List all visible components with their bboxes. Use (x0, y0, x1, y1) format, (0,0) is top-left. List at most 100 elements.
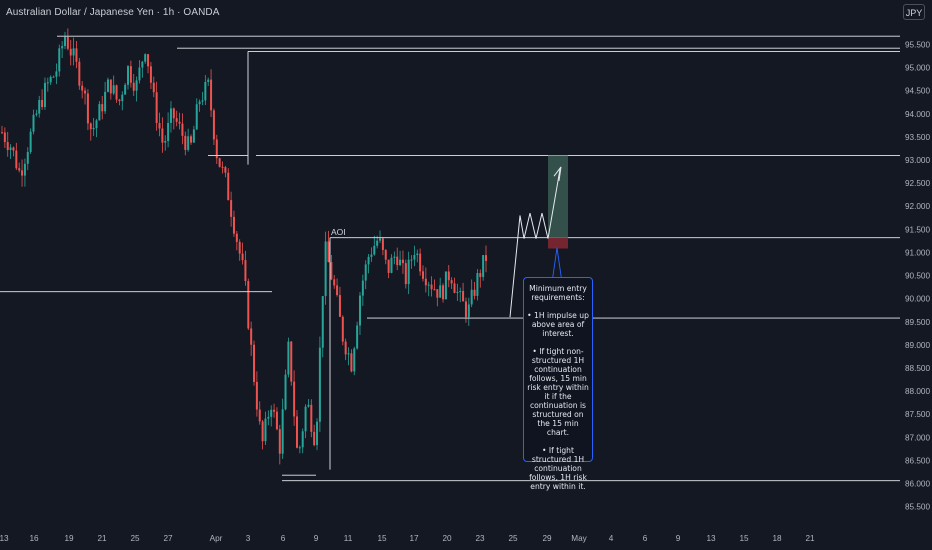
candle-body (6, 142, 9, 150)
candle-body (172, 108, 175, 119)
candle-body (3, 132, 6, 143)
chart-title: Australian Dollar / Japanese Yen · 1h · … (6, 7, 220, 18)
candle-body (373, 245, 376, 255)
candle-body (442, 285, 445, 300)
candle-body (413, 254, 416, 260)
candle-body (433, 289, 436, 291)
candle-body (267, 416, 270, 419)
y-tick-label: 92.500 (905, 179, 930, 188)
price-axis[interactable]: 95.500 95.000 94.500 94.000 93.500 93.000 92.5… (905, 41, 930, 512)
candle-body (253, 344, 256, 382)
y-tick-label: 94.500 (905, 87, 930, 96)
y-tick-label: 90.000 (905, 295, 930, 304)
candle-body (238, 241, 241, 254)
candle-body (327, 241, 330, 263)
x-tick-label: 3 (246, 534, 251, 543)
candle-body (387, 259, 390, 273)
candle-body (241, 253, 244, 261)
candle-body (218, 158, 221, 167)
candle-body (227, 172, 230, 201)
candle-body (273, 409, 276, 412)
candle-body (147, 54, 150, 67)
candle-body (430, 284, 433, 290)
candle-body (250, 328, 253, 345)
candle-body (9, 147, 12, 150)
candle-body (190, 136, 193, 143)
x-tick-label: 11 (344, 534, 353, 543)
y-tick-label: 85.500 (905, 503, 930, 512)
candle-body (333, 279, 336, 286)
candle-body (232, 216, 235, 234)
candle-body (64, 36, 67, 47)
y-tick-label: 86.000 (905, 480, 930, 489)
candle-body (439, 285, 442, 298)
candle-body (184, 135, 187, 150)
entry-requirements-note: Minimum entry requirements: • 1H impulse… (523, 277, 593, 491)
candle-body (118, 99, 121, 102)
time-axis[interactable]: 13 16 19 21 25 27 Apr 3 6 9 11 15 17 20 23 25 29 May 4 6 9 13… (0, 534, 815, 543)
candle-body (26, 152, 29, 164)
candle-body (318, 347, 321, 422)
x-tick-label: 17 (409, 534, 419, 543)
candle-body (169, 108, 172, 123)
candle-body (281, 409, 284, 454)
candle-body (482, 255, 485, 278)
candle-body (18, 168, 21, 171)
candle-body (244, 260, 247, 282)
y-tick-label: 89.500 (905, 318, 930, 327)
stop-zone (548, 237, 568, 249)
x-tick-label: 6 (281, 534, 286, 543)
x-tick-label: 4 (609, 534, 614, 543)
candle-body (101, 104, 104, 112)
currency-button[interactable]: JPY (903, 4, 925, 20)
candle-body (235, 233, 238, 242)
candle-body (78, 61, 81, 86)
candle-body (316, 421, 319, 446)
candle-body (307, 404, 310, 407)
candle-body (350, 353, 353, 372)
price-chart[interactable]: 95.500 95.000 94.500 94.000 93.500 93.000 92.5… (0, 0, 932, 550)
y-tick-label: 95.000 (905, 64, 930, 73)
y-tick-label: 87.500 (905, 410, 930, 419)
candle-body (155, 92, 158, 124)
candle-body (38, 99, 41, 114)
x-tick-label: 19 (64, 534, 74, 543)
candle-body (32, 114, 35, 132)
candle-body (66, 36, 69, 49)
y-tick-label: 86.500 (905, 456, 930, 465)
candle-body (313, 431, 316, 446)
candle-body (181, 123, 184, 136)
x-tick-label: 27 (163, 534, 173, 543)
x-tick-label: 13 (0, 534, 9, 543)
candle-body (473, 289, 476, 296)
candle-body (404, 263, 407, 285)
candle-body (95, 120, 98, 129)
y-tick-label: 87.000 (905, 433, 930, 442)
candle-body (330, 262, 333, 280)
x-tick-label: 9 (314, 534, 319, 543)
x-tick-label: Apr (210, 534, 223, 543)
candle-body (109, 79, 112, 94)
candle-body (258, 409, 261, 422)
candle-body (127, 66, 130, 85)
candle-body (321, 296, 324, 348)
candle-body (476, 273, 479, 296)
candle-body (158, 123, 161, 129)
x-tick-label: 25 (130, 534, 140, 543)
note-line: • If tight non-structured 1H continuatio… (527, 347, 589, 437)
candle-body (361, 280, 364, 296)
candle-body (104, 91, 107, 112)
x-tick-label: 23 (475, 534, 485, 543)
candle-body (178, 121, 181, 124)
candle-body (384, 249, 387, 260)
candle-body (336, 285, 339, 296)
candle-body (12, 147, 15, 151)
candle-body (356, 325, 359, 349)
y-tick-label: 92.000 (905, 202, 930, 211)
candle-body (270, 409, 273, 417)
candle-body (353, 348, 356, 372)
candle-body (421, 271, 424, 279)
candle-body (390, 257, 393, 273)
candle-body (207, 79, 210, 82)
candle-body (124, 84, 127, 95)
